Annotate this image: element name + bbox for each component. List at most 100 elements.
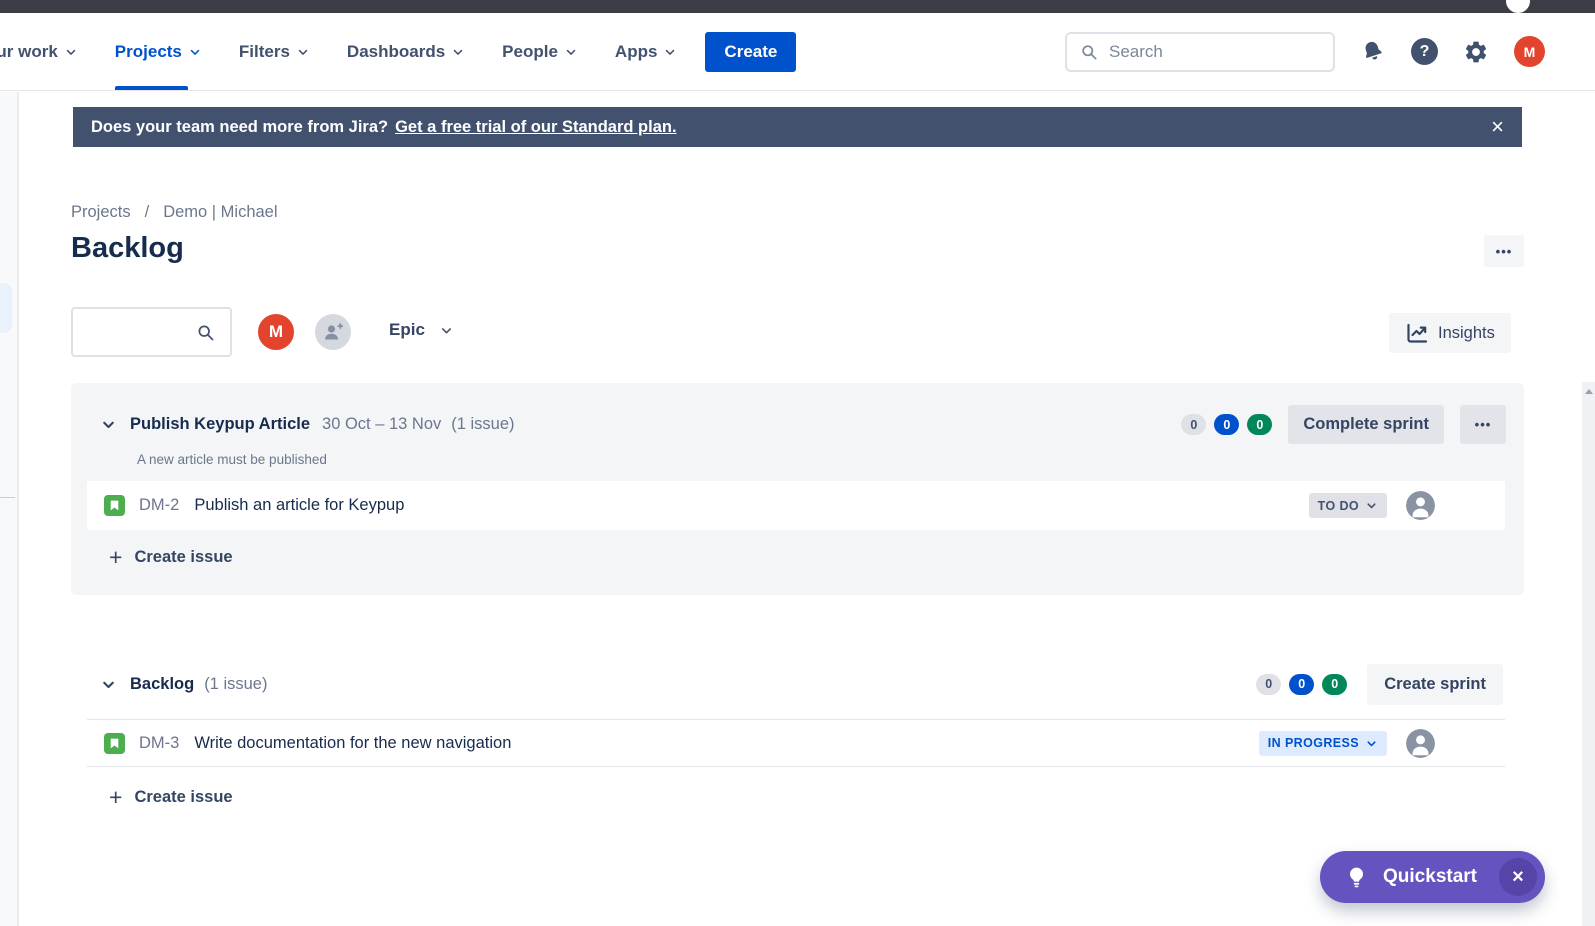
banner-trial-link[interactable]: Get a free trial of our Standard plan. (395, 118, 676, 137)
chevron-down-icon (296, 45, 310, 59)
issue-key: DM-2 (139, 496, 179, 515)
create-issue-button[interactable]: + Create issue (109, 786, 233, 809)
insights-chart-icon (1405, 321, 1429, 345)
nav-item-your-work[interactable]: our work (0, 13, 78, 90)
status-dropdown[interactable]: IN PROGRESS (1259, 731, 1387, 756)
chevron-down-icon (1365, 737, 1378, 750)
create-button[interactable]: Create (705, 32, 796, 72)
notifications-bell-icon[interactable] (1357, 35, 1390, 68)
chevron-down-icon (663, 45, 677, 59)
collapse-chevron-icon[interactable] (100, 416, 117, 433)
nav-item-label: Apps (615, 42, 658, 62)
global-search[interactable] (1065, 32, 1335, 72)
inprogress-count-badge: 0 (1289, 674, 1314, 695)
search-icon (195, 322, 216, 343)
chevron-down-icon (188, 45, 202, 59)
done-count-badge: 0 (1322, 674, 1347, 695)
sprint-header: Publish Keypup Article 30 Oct – 13 Nov (… (71, 383, 1524, 444)
collapse-chevron-icon[interactable] (100, 676, 117, 693)
done-count-badge: 0 (1247, 414, 1272, 435)
filter-search-input[interactable] (95, 323, 195, 341)
backlog-filter-search[interactable] (71, 307, 232, 357)
insights-button[interactable]: Insights (1389, 313, 1511, 353)
plus-icon: + (109, 546, 122, 569)
sprint-title[interactable]: Publish Keypup Article (130, 415, 310, 434)
complete-sprint-button[interactable]: Complete sprint (1288, 405, 1444, 444)
chevron-down-icon (1365, 499, 1378, 512)
plus-icon: + (109, 786, 122, 809)
nav-item-filters[interactable]: Filters (239, 13, 310, 90)
banner-message: Does your team need more from Jira? (91, 118, 388, 137)
trial-banner: Does your team need more from Jira? Get … (73, 107, 1522, 147)
browser-tab-avatar (1506, 0, 1530, 13)
issue-summary[interactable]: Publish an article for Keypup (194, 496, 404, 515)
sprint-more-button[interactable]: ••• (1460, 405, 1506, 444)
chevron-down-icon (451, 45, 465, 59)
backlog-title[interactable]: Backlog (130, 675, 194, 694)
story-type-icon (104, 495, 125, 516)
insights-label: Insights (1438, 324, 1495, 343)
nav-menu: our work Projects Filters Dashboards Peo… (0, 13, 677, 90)
nav-item-label: Filters (239, 42, 290, 62)
create-issue-label: Create issue (134, 548, 232, 567)
nav-item-projects[interactable]: Projects (115, 13, 202, 90)
assignee-avatar-icon[interactable] (1406, 729, 1435, 758)
epic-filter-dropdown[interactable]: Epic (389, 320, 454, 340)
browser-top-strip (0, 0, 1595, 13)
todo-count-badge: 0 (1256, 674, 1281, 695)
nav-item-label: Dashboards (347, 42, 445, 62)
story-type-icon (104, 733, 125, 754)
nav-item-people[interactable]: People (502, 13, 578, 90)
backlog-issue-container: DM-3 Write documentation for the new nav… (87, 719, 1505, 767)
add-people-icon[interactable] (313, 312, 353, 352)
status-label: TO DO (1318, 499, 1359, 513)
breadcrumb: Projects / Demo | Michael (71, 203, 278, 222)
quickstart-button[interactable]: Quickstart × (1320, 851, 1545, 903)
collapsed-sidebar[interactable] (0, 92, 19, 926)
page-more-button[interactable]: ••• (1484, 235, 1524, 267)
nav-item-apps[interactable]: Apps (615, 13, 678, 90)
todo-count-badge: 0 (1181, 414, 1206, 435)
status-dropdown[interactable]: TO DO (1309, 493, 1387, 518)
vertical-scrollbar[interactable] (1582, 382, 1595, 926)
issue-row-dm2[interactable]: DM-2 Publish an article for Keypup TO DO (87, 481, 1505, 530)
breadcrumb-separator: / (145, 203, 150, 222)
search-input[interactable] (1109, 42, 1299, 62)
nav-item-label: our work (0, 42, 58, 62)
lightbulb-icon (1344, 865, 1369, 890)
chevron-down-icon (64, 45, 78, 59)
quickstart-close-icon[interactable]: × (1499, 858, 1537, 896)
chevron-down-icon (564, 45, 578, 59)
issue-summary[interactable]: Write documentation for the new navigati… (194, 734, 511, 753)
banner-close-icon[interactable]: × (1491, 116, 1504, 138)
backlog-header: Backlog (1 issue) 0 0 0 Create sprint (71, 663, 1524, 705)
assignee-avatar-icon[interactable] (1406, 491, 1435, 520)
create-issue-label: Create issue (134, 788, 232, 807)
sidebar-divider (0, 497, 15, 498)
backlog-issue-count: (1 issue) (204, 675, 267, 694)
quickstart-label: Quickstart (1383, 866, 1477, 888)
nav-item-label: People (502, 42, 558, 62)
sprint-section: Publish Keypup Article 30 Oct – 13 Nov (… (71, 383, 1524, 595)
breadcrumb-project-name[interactable]: Demo | Michael (163, 203, 277, 222)
issue-row-dm3[interactable]: DM-3 Write documentation for the new nav… (87, 720, 1505, 766)
sprint-issue-count: (1 issue) (451, 415, 514, 434)
page-title: Backlog (71, 232, 184, 265)
breadcrumb-projects[interactable]: Projects (71, 203, 131, 222)
app-navbar: our work Projects Filters Dashboards Peo… (0, 13, 1595, 91)
chevron-down-icon (439, 323, 454, 338)
sidebar-selected-item-edge (0, 283, 12, 333)
assignee-filter-avatars: M (256, 312, 353, 352)
create-issue-button[interactable]: + Create issue (109, 546, 1524, 569)
create-sprint-button[interactable]: Create sprint (1367, 664, 1503, 705)
user-avatar[interactable]: M (1514, 36, 1545, 67)
help-icon[interactable]: ? (1411, 38, 1438, 65)
status-label: IN PROGRESS (1268, 736, 1359, 750)
settings-gear-icon[interactable] (1463, 39, 1489, 65)
nav-item-label: Projects (115, 42, 182, 62)
scrollbar-up-arrow[interactable] (1585, 389, 1593, 394)
epic-filter-label: Epic (389, 320, 425, 340)
nav-item-dashboards[interactable]: Dashboards (347, 13, 465, 90)
sprint-description: A new article must be published (137, 452, 1524, 467)
assignee-avatar-m[interactable]: M (256, 312, 296, 352)
